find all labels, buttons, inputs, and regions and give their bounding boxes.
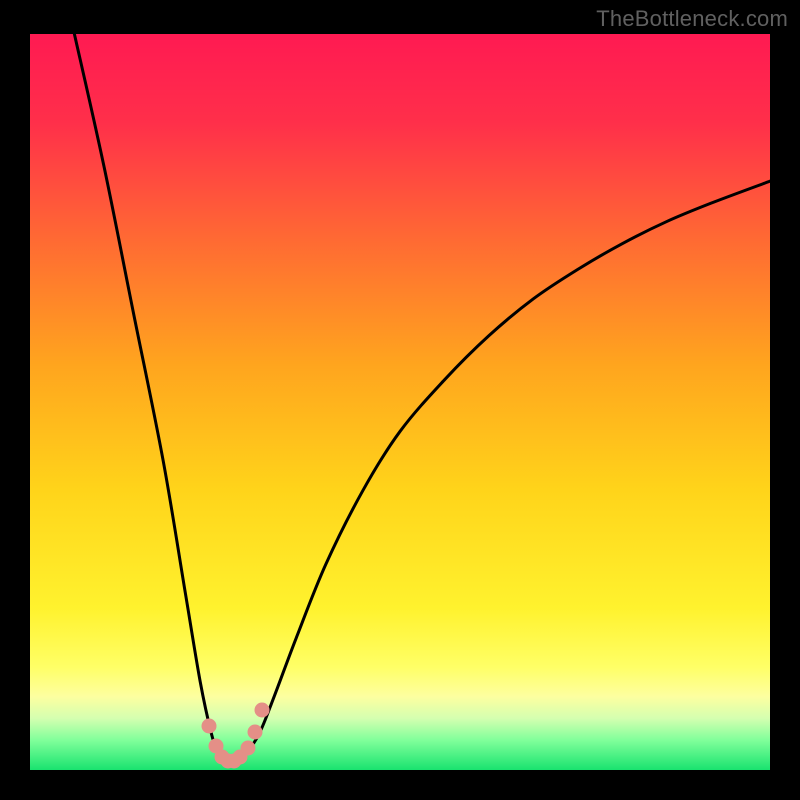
chart-frame: TheBottleneck.com	[0, 0, 800, 800]
bottleneck-curve	[30, 34, 770, 770]
highlight-dot	[202, 718, 217, 733]
attribution-text: TheBottleneck.com	[596, 6, 788, 32]
plot-area	[30, 34, 770, 770]
highlight-dot	[255, 702, 270, 717]
highlight-dot	[247, 724, 262, 739]
highlight-dot	[240, 740, 255, 755]
